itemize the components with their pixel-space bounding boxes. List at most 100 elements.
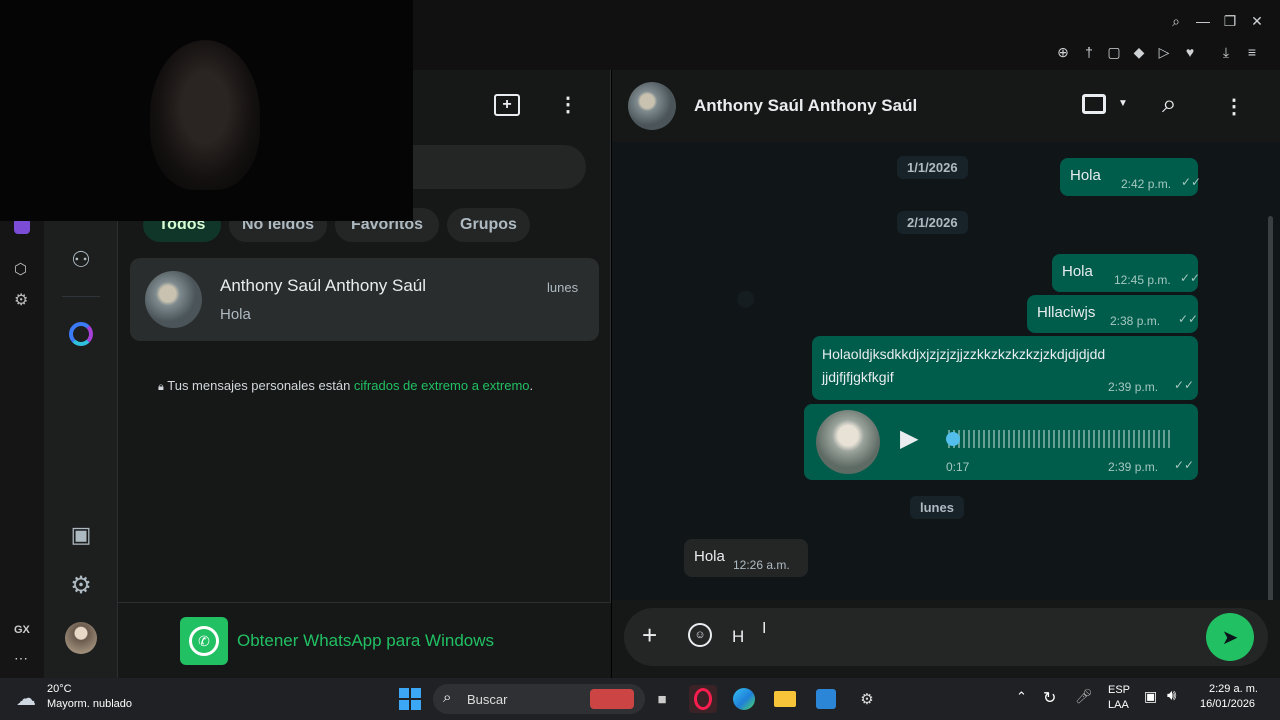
minimize-icon[interactable]: — xyxy=(1192,10,1214,32)
message-time: 2:38 p.m. xyxy=(1110,314,1161,328)
composer-box: + ☺ H I ➤ xyxy=(624,608,1268,666)
chat-header[interactable]: Anthony Saúl Anthony Saúl ▼ ⌕ ⋮ xyxy=(612,70,1280,142)
voice-waveform[interactable] xyxy=(948,430,1172,448)
task-view-icon[interactable]: ■ xyxy=(648,685,676,713)
chat-pane: Anthony Saúl Anthony Saúl ▼ ⌕ ⋮ 1/1/2026… xyxy=(612,70,1280,678)
clock-date[interactable]: 16/01/2026 xyxy=(1200,698,1255,710)
chevron-up-icon[interactable]: ⌃ xyxy=(1016,689,1027,705)
message-text: Hola xyxy=(1070,167,1101,184)
volume-icon[interactable]: 🔊︎ xyxy=(1167,687,1176,704)
message-time: 12:45 p.m. xyxy=(1114,273,1171,287)
store-icon[interactable] xyxy=(812,685,840,713)
promo-bar: ✆ Obtener WhatsApp para Windows xyxy=(118,602,611,678)
gx-icon[interactable]: ⚙ xyxy=(853,685,881,713)
clock-time[interactable]: 2:29 a. m. xyxy=(1209,683,1258,695)
taskbar-search-label: Buscar xyxy=(467,692,508,707)
close-icon[interactable]: ✕ xyxy=(1246,10,1268,32)
encryption-text: Tus mensajes personales están xyxy=(167,378,354,393)
zoom-icon[interactable]: ⊕ xyxy=(1052,41,1074,63)
weather-temp[interactable]: 20°C xyxy=(47,683,72,695)
chat-list-item[interactable]: Anthony Saúl Anthony Saúl lunes Hola xyxy=(130,258,599,341)
encryption-notice: 🔒︎ Tus mensajes personales están cifrado… xyxy=(158,378,533,394)
message-text: Hola xyxy=(694,548,725,565)
new-chat-icon[interactable]: + xyxy=(494,94,520,116)
search-icon[interactable]: ⌕ xyxy=(1162,88,1177,120)
send-icon: ➤ xyxy=(1221,626,1239,649)
gx-label-icon: GX xyxy=(14,624,30,636)
message-bubble-in[interactable]: Hola 12:26 a.m. xyxy=(684,539,808,577)
message-bubble-out[interactable]: Hllaciwjs 2:38 p.m. ✓✓ xyxy=(1027,295,1198,333)
message-text: Hllaciwjs xyxy=(1037,304,1096,321)
menu-kebab-icon[interactable]: ⋮ xyxy=(558,92,578,117)
edge-icon[interactable] xyxy=(730,685,758,713)
play-icon[interactable]: ▶ xyxy=(900,424,918,453)
restore-icon[interactable]: ❐ xyxy=(1219,10,1241,32)
chat-item-name: Anthony Saúl Anthony Saúl xyxy=(220,276,427,295)
more-icon[interactable]: ⋯ xyxy=(14,650,28,667)
lang-line-1[interactable]: ESP xyxy=(1108,684,1130,696)
extension-icon[interactable]: ⬡ xyxy=(14,260,27,278)
composer-bar: + ☺ H I ➤ xyxy=(612,600,1280,678)
attach-plus-icon[interactable]: + xyxy=(642,620,657,651)
message-bubble-out[interactable]: Hola 12:45 p.m. ✓✓ xyxy=(1052,254,1200,292)
message-time: 2:39 p.m. xyxy=(1108,380,1159,394)
play-icon[interactable]: ▷ xyxy=(1153,41,1175,63)
rail-divider xyxy=(62,296,100,297)
contact-name[interactable]: Anthony Saúl Anthony Saúl xyxy=(694,96,917,116)
pin-icon[interactable]: † xyxy=(1078,41,1100,63)
chat-item-time: lunes xyxy=(547,280,579,295)
filter-grupos[interactable]: Grupos xyxy=(447,208,530,242)
chevron-down-icon[interactable]: ▼ xyxy=(1118,98,1128,109)
meta-ai-icon[interactable] xyxy=(63,316,99,352)
message-text: Hola xyxy=(1062,263,1093,280)
sticker-emoji-icon[interactable]: ☺ xyxy=(688,623,712,647)
snapshot-icon[interactable]: ▢ xyxy=(1103,41,1125,63)
waveform-seek-handle[interactable] xyxy=(946,432,960,446)
taskbar-search[interactable]: ⌕ Buscar xyxy=(433,684,645,714)
voice-sender-avatar xyxy=(816,410,880,474)
message-bubble-out[interactable]: Holaoldjksdkkdjxjzjzjzjjzzkkzkzkzkzjzkdj… xyxy=(812,336,1198,400)
date-chip: lunes xyxy=(910,496,964,519)
search-icon[interactable]: ⌕ xyxy=(1165,10,1187,32)
encryption-link[interactable]: cifrados de extremo a extremo xyxy=(354,378,530,393)
download-icon[interactable]: ⤓ xyxy=(1215,41,1237,63)
voice-duration: 0:17 xyxy=(946,460,970,474)
heart-icon[interactable]: ♥ xyxy=(1179,41,1201,63)
scrollbar[interactable] xyxy=(1268,216,1273,664)
mic-icon[interactable]: 🎤︎ xyxy=(1075,688,1093,705)
contact-avatar xyxy=(145,271,202,328)
start-windows-icon[interactable] xyxy=(396,685,424,713)
video-call-icon[interactable] xyxy=(1082,94,1106,114)
media-icon[interactable]: ▣ xyxy=(63,517,99,553)
promo-link[interactable]: Obtener WhatsApp para Windows xyxy=(237,631,494,651)
send-button[interactable]: ➤ xyxy=(1206,613,1254,661)
settings-icon[interactable]: ⚙ xyxy=(63,567,99,603)
settings-sliders-icon[interactable]: ≡ xyxy=(1241,41,1263,63)
gear-icon[interactable]: ⚙ xyxy=(14,290,28,310)
sync-icon[interactable]: ↻ xyxy=(1043,688,1056,708)
voice-message-bubble[interactable]: ▶ 0:17 2:39 p.m. ✓✓ xyxy=(804,404,1198,480)
message-input[interactable]: H xyxy=(732,627,744,647)
weather-desc[interactable]: Mayorm. nublado xyxy=(47,698,132,710)
profile-avatar[interactable] xyxy=(63,620,99,656)
opera-gx-taskbar-icon[interactable] xyxy=(689,685,717,713)
date-chip: 2/1/2026 xyxy=(897,211,968,234)
contact-avatar[interactable] xyxy=(628,82,676,130)
message-bubble-out[interactable]: Hola 2:42 p.m. ✓✓ xyxy=(1060,158,1201,196)
search-highlight-icon xyxy=(590,689,634,709)
webcam-person xyxy=(150,40,260,190)
communities-icon[interactable]: ⚇ xyxy=(63,242,99,278)
network-icon[interactable]: ▣ xyxy=(1144,688,1157,705)
read-check-icon: ✓✓ xyxy=(1174,378,1195,392)
webcam-overlay xyxy=(0,0,413,221)
message-text-line-2: jjdjfjfjgkfkgif xyxy=(822,369,894,385)
weather-icon[interactable]: ☁ xyxy=(16,686,36,711)
shield-icon[interactable]: ◆ xyxy=(1128,41,1150,63)
menu-kebab-icon[interactable]: ⋮ xyxy=(1224,94,1244,119)
read-check-icon: ✓✓ xyxy=(1174,458,1195,472)
whatsapp-logo-icon: ✆ xyxy=(180,617,228,665)
lang-line-2[interactable]: LAA xyxy=(1108,699,1129,711)
file-explorer-icon[interactable] xyxy=(771,685,799,713)
read-check-icon: ✓✓ xyxy=(1178,312,1199,326)
windows-taskbar: ☁ 20°C Mayorm. nublado ⌕ Buscar ■ ⚙ ⌃ ↻ … xyxy=(0,678,1280,720)
